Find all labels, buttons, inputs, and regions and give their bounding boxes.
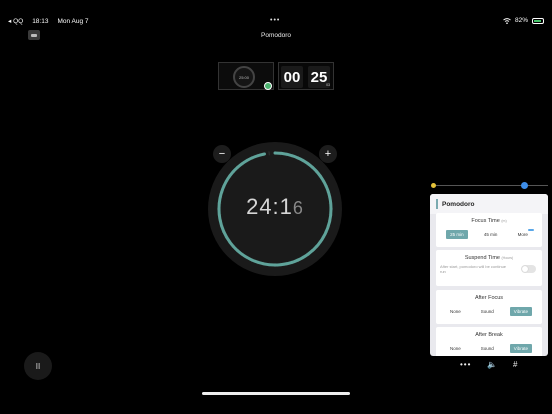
wifi-icon: [503, 17, 511, 24]
suspend-toggle[interactable]: [521, 265, 536, 273]
focus-option-45[interactable]: 45 min: [480, 230, 502, 239]
back-to-app-link[interactable]: ◂ QQ: [8, 17, 23, 25]
focus-option-25[interactable]: 25 min: [446, 230, 468, 239]
status-right: 82%: [503, 17, 544, 24]
more-icon[interactable]: •••: [460, 360, 471, 369]
page-title: Pomodoro: [261, 32, 291, 39]
focus-time-title: Focus Time (m): [471, 218, 507, 224]
pause-button[interactable]: II: [24, 352, 52, 380]
after-break-section: After Break None Sound Vibrate: [436, 327, 542, 356]
brightness-slider-thumb[interactable]: [521, 182, 528, 189]
after-break-vibrate[interactable]: Vibrate: [509, 344, 532, 353]
after-break-none[interactable]: None: [446, 344, 465, 353]
suspend-time-section: Suspend Time (Hours) After start, pomodo…: [436, 250, 542, 286]
header-accent-bar: [436, 199, 438, 209]
after-focus-vibrate[interactable]: Vibrate: [509, 307, 532, 316]
timer-display: 24:16: [208, 194, 342, 220]
after-focus-options: None Sound Vibrate: [436, 307, 542, 316]
status-left: ◂ QQ 18:13 Mon Aug 7: [8, 17, 89, 26]
panel-title: Pomodoro: [442, 200, 475, 208]
home-indicator[interactable]: [202, 392, 350, 395]
timer-flip-digit: 6: [292, 198, 304, 218]
pomodoro-settings-panel: Pomodoro Focus Time (m) 25 min 45 min Mo…: [430, 194, 548, 356]
increase-time-button[interactable]: +: [319, 145, 337, 163]
panel-header: Pomodoro: [430, 194, 548, 214]
mini-clock-icon: 25:00: [233, 66, 255, 88]
after-focus-none[interactable]: None: [446, 307, 465, 316]
decrease-time-button[interactable]: −: [213, 145, 231, 163]
mini-clock-label: 25:00: [238, 74, 249, 80]
battery-icon: [532, 17, 544, 24]
new-badge: [527, 229, 534, 231]
timer-digits: 24:1: [246, 194, 293, 219]
brightness-low-icon: [431, 183, 436, 188]
after-focus-section: After Focus None Sound Vibrate: [436, 290, 542, 324]
multitask-dots-icon[interactable]: •••: [270, 17, 280, 24]
timer-clock: 24:16: [208, 142, 342, 276]
after-break-options: None Sound Vibrate: [436, 344, 542, 353]
selected-check-icon: [264, 82, 272, 90]
flip-minutes: 00: [281, 66, 303, 88]
flip-style-card[interactable]: 00 25 03: [278, 62, 334, 90]
status-time: 18:13: [32, 17, 49, 25]
suspend-description: After start, pomodoro will be continue r…: [440, 264, 507, 274]
battery-percent: 82%: [514, 17, 528, 24]
grid-icon[interactable]: #: [513, 360, 517, 369]
analog-style-card[interactable]: 25:00: [218, 62, 274, 90]
after-break-title: After Break: [475, 332, 503, 338]
status-date: Mon Aug 7: [57, 17, 89, 25]
suspend-time-title: Suspend Time (Hours): [464, 255, 514, 261]
after-focus-title: After Focus: [474, 295, 504, 301]
brightness-slider-track[interactable]: [433, 185, 548, 186]
speaker-icon[interactable]: 🔈: [487, 360, 497, 369]
focus-time-section: Focus Time (m) 25 min 45 min More: [436, 213, 542, 247]
flip-subseconds: 03: [326, 83, 330, 87]
after-focus-sound[interactable]: Sound: [477, 307, 498, 316]
focus-time-options: 25 min 45 min More: [436, 229, 542, 239]
focus-option-more[interactable]: More: [514, 229, 534, 239]
after-break-sound[interactable]: Sound: [477, 344, 498, 353]
